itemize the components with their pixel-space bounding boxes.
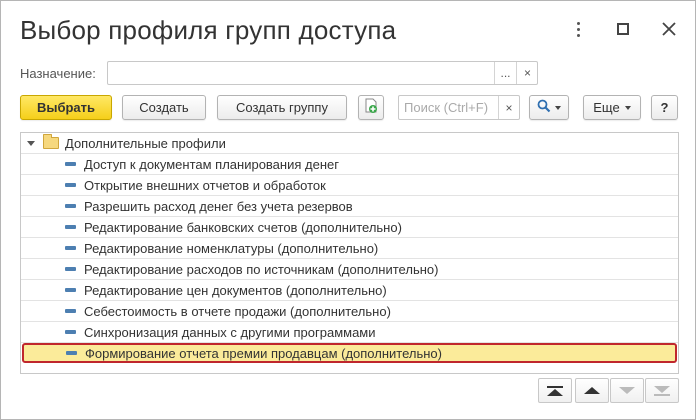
search-clear-button[interactable]: × [498,96,519,119]
profile-item-icon [65,183,76,187]
list-item[interactable]: Редактирование банковских счетов (дополн… [21,217,678,238]
list-item[interactable]: Открытие внешних отчетов и обработок [21,175,678,196]
selection-window: Выбор профиля групп доступа Назначение: … [0,0,696,420]
move-to-top-icon [547,385,563,396]
select-button[interactable]: Выбрать [20,95,112,120]
search-field: × [398,95,520,120]
list-item-label: Редактирование номенклатуры (дополнитель… [84,240,379,256]
list-item-label: Синхронизация данных с другими программа… [84,324,376,340]
profile-item-icon [65,288,76,292]
group-label: Дополнительные профили [65,135,226,151]
profile-item-icon [66,351,77,355]
create-group-button[interactable]: Создать группу [217,95,347,120]
profile-item-icon [65,309,76,313]
chevron-down-icon [555,105,561,110]
profile-item-icon [65,246,76,250]
list-item[interactable]: Редактирование номенклатуры (дополнитель… [21,238,678,259]
copy-button[interactable] [358,95,384,120]
list-group-row[interactable]: Дополнительные профили [21,133,678,154]
move-up-button[interactable] [575,378,609,403]
list-item-label: Редактирование расходов по источникам (д… [84,261,439,277]
list-item[interactable]: Синхронизация данных с другими программа… [21,322,678,343]
list-item-selected[interactable]: Формирование отчета премии продавцам (до… [22,343,677,363]
more-button[interactable]: Еще [583,95,641,120]
list-item-label: Доступ к документам планирования денег [84,156,339,172]
list-item-label: Открытие внешних отчетов и обработок [84,177,326,193]
more-label: Еще [593,100,620,115]
profile-item-icon [65,225,76,229]
list-item-label: Редактирование банковских счетов (дополн… [84,219,402,235]
help-button[interactable]: ? [651,95,678,120]
purpose-select-button[interactable]: ... [494,62,516,84]
purpose-input[interactable] [108,62,493,84]
profile-item-icon [65,204,76,208]
window-title: Выбор профиля групп доступа [20,15,397,45]
list-item[interactable]: Разрешить расход денег без учета резерво… [21,196,678,217]
maximize-icon[interactable] [611,17,635,41]
list-item[interactable]: Себестоимость в отчете продажи (дополнит… [21,301,678,322]
move-to-top-button[interactable] [538,378,572,403]
create-button[interactable]: Создать [122,95,206,120]
list-item-label: Себестоимость в отчете продажи (дополнит… [84,303,391,319]
move-to-bottom-icon [654,385,670,396]
list-item-label: Разрешить расход денег без учета резерво… [84,198,353,214]
purpose-label: Назначение: [20,66,96,81]
move-down-icon [619,387,635,394]
chevron-down-icon [624,105,631,110]
list-item[interactable]: Доступ к документам планирования денег [21,154,678,175]
list-item-label: Редактирование цен документов (дополните… [84,282,387,298]
profile-item-icon [65,330,76,334]
find-menu-button[interactable] [529,95,569,120]
list-item-label: Формирование отчета премии продавцам (до… [85,345,442,361]
profiles-list: Дополнительные профили Доступ к документ… [20,132,679,374]
folder-icon [43,134,59,149]
move-up-icon [584,387,600,394]
purpose-field: ... × [107,61,538,85]
vertical-dots-icon[interactable] [566,17,590,41]
search-input[interactable] [399,96,499,119]
magnifier-icon [537,99,551,116]
copy-document-icon [363,98,379,117]
purpose-clear-button[interactable]: × [516,62,538,84]
toolbar: Выбрать Создать Создать группу × [1,95,696,121]
expand-triangle-icon[interactable] [27,140,35,146]
profile-item-icon [65,162,76,166]
list-item[interactable]: Редактирование расходов по источникам (д… [21,259,678,280]
move-down-button[interactable] [610,378,644,403]
close-icon[interactable] [657,17,681,41]
list-item[interactable]: Редактирование цен документов (дополните… [21,280,678,301]
profile-item-icon [65,267,76,271]
move-to-bottom-button[interactable] [645,378,679,403]
